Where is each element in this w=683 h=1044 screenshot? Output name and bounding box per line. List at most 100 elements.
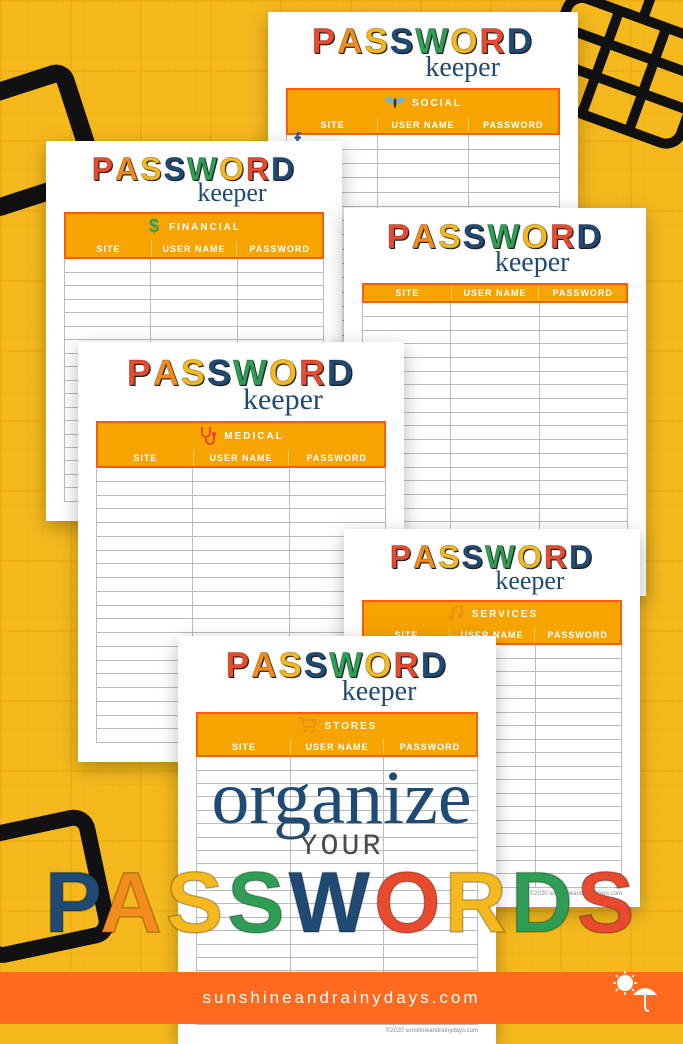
- cell-password: [469, 150, 559, 163]
- table-row: [97, 496, 385, 510]
- cell-site: [197, 864, 291, 876]
- table-row: [197, 838, 477, 851]
- cell-username: [451, 399, 539, 412]
- cell-site: [65, 286, 151, 298]
- table-row: [363, 303, 627, 317]
- sheets-stack: PASSWORD keeper SOCIAL SITE USER NAME PA…: [0, 0, 683, 1024]
- col-username: USER NAME: [291, 739, 384, 755]
- col-site: SITE: [364, 285, 452, 301]
- table-row: [97, 509, 385, 523]
- sheet-subtitle: keeper: [413, 247, 578, 279]
- table-row: [97, 564, 385, 578]
- cell-username: [451, 344, 539, 357]
- cell-username: [193, 468, 289, 481]
- table-row: [197, 878, 477, 891]
- table-row: [97, 523, 385, 537]
- cell-site: [65, 327, 151, 339]
- cell-password: [238, 286, 323, 298]
- cell-site: [197, 891, 291, 903]
- table-row: [363, 317, 627, 331]
- cell-password: [384, 838, 477, 850]
- table-row: [97, 551, 385, 565]
- category-label: MEDICAL: [98, 423, 384, 450]
- cell-site: [97, 468, 193, 481]
- cell-username: [451, 440, 539, 453]
- table-row: [65, 259, 323, 272]
- cell-username: [378, 164, 469, 177]
- cell-password: [384, 851, 477, 863]
- cell-site: [197, 757, 291, 769]
- cell-password: [540, 413, 627, 426]
- cell-site: [197, 918, 291, 930]
- cell-username: [151, 300, 237, 312]
- table-row: [197, 864, 477, 877]
- cell-password: [290, 496, 385, 509]
- category-text: FINANCIAL: [169, 222, 241, 233]
- cell-username: [291, 931, 385, 943]
- svg-text:$: $: [149, 216, 161, 236]
- cell-site: [363, 317, 451, 330]
- cell-site: [363, 303, 451, 316]
- cell-password: [536, 847, 621, 859]
- cell-password: [536, 686, 621, 698]
- cell-site: [97, 523, 193, 536]
- cell-password: [238, 300, 323, 312]
- cell-password: [384, 931, 477, 943]
- cell-username: [451, 385, 539, 398]
- cell-password: [540, 495, 627, 508]
- cell-username: [151, 259, 237, 271]
- col-username: USER NAME: [152, 241, 238, 257]
- sheet-subtitle: keeper: [411, 566, 572, 596]
- cell-password: [384, 797, 477, 809]
- sheet-subtitle: keeper: [151, 383, 331, 417]
- cell-password: [384, 958, 477, 970]
- table-row: [65, 300, 323, 313]
- category-label: SERVICES: [364, 602, 620, 627]
- cell-username: [451, 358, 539, 371]
- cell-password: [536, 672, 621, 684]
- cell-password: [536, 861, 621, 873]
- cell-username: [291, 771, 385, 783]
- category-text: MEDICAL: [224, 431, 284, 442]
- cell-site: [197, 838, 291, 850]
- col-site: SITE: [288, 117, 378, 133]
- cell-username: [291, 811, 385, 823]
- cell-password: [540, 440, 627, 453]
- col-username: USER NAME: [194, 450, 290, 466]
- cell-password: [540, 344, 627, 357]
- cell-password: [469, 178, 559, 191]
- cell-username: [291, 958, 385, 970]
- cell-username: [451, 303, 539, 316]
- cell-password: [540, 399, 627, 412]
- cell-site: [197, 771, 291, 783]
- col-username: USER NAME: [378, 117, 468, 133]
- table-header-wrap: STORES SITE USER NAME PASSWORD: [196, 712, 478, 757]
- cell-username: [193, 551, 289, 564]
- column-headers: SITE USER NAME PASSWORD: [66, 241, 322, 257]
- cell-password: [540, 481, 627, 494]
- cell-site: [97, 551, 193, 564]
- category-text: SOCIAL: [412, 98, 462, 109]
- cell-password: [536, 713, 621, 725]
- cell-site: [97, 537, 193, 550]
- table-row: [197, 824, 477, 837]
- cell-username: [378, 193, 469, 206]
- cell-username: [151, 327, 237, 339]
- col-password: PASSWORD: [539, 285, 626, 301]
- cell-site: [197, 851, 291, 863]
- table-row: [97, 537, 385, 551]
- cell-username: [378, 135, 469, 148]
- cell-site: [97, 578, 193, 591]
- cell-username: [291, 851, 385, 863]
- cell-username: [193, 619, 289, 632]
- cell-username: [193, 482, 289, 495]
- butterfly-icon: [384, 92, 406, 115]
- cell-password: [384, 918, 477, 930]
- umbrella-logo-icon: [611, 971, 659, 1018]
- cell-password: [536, 794, 621, 806]
- cell-password: [540, 454, 627, 467]
- table-row: [197, 904, 477, 917]
- cell-password: [238, 327, 323, 339]
- table-row: [97, 606, 385, 620]
- cell-username: [451, 454, 539, 467]
